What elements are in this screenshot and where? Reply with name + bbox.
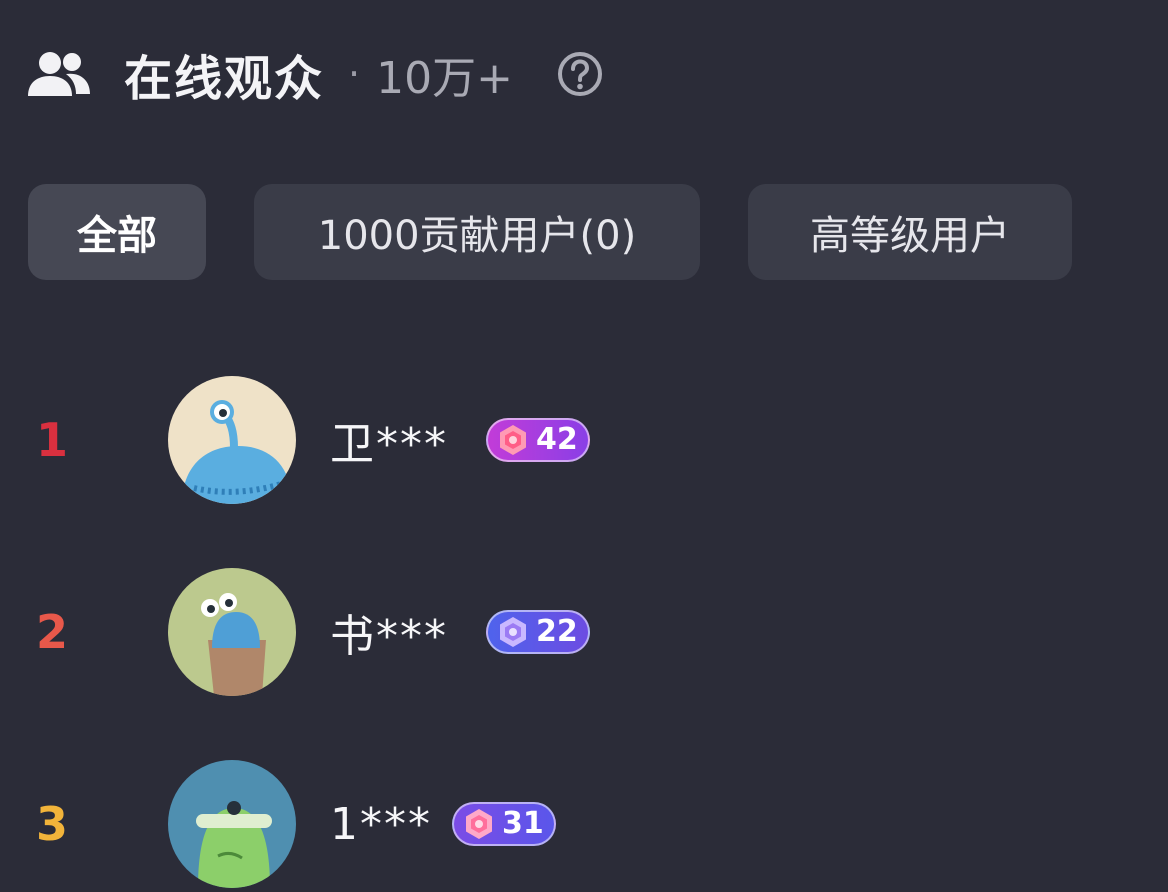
users-icon (24, 48, 94, 100)
rank-number: 3 (36, 797, 69, 851)
avatar[interactable] (168, 568, 296, 696)
viewer-count: 10万+ (376, 53, 513, 104)
list-item[interactable]: 1 卫*** 42 (0, 375, 1168, 505)
avatar[interactable] (168, 376, 296, 504)
level-number: 31 (502, 806, 544, 841)
page-title: 在线观众 (124, 51, 325, 107)
username: 书*** (330, 611, 448, 662)
username: 卫*** (330, 419, 448, 470)
list-item[interactable]: 3 1*** 31 (0, 759, 1168, 889)
avatar[interactable] (168, 760, 296, 888)
level-number: 42 (536, 422, 578, 457)
tab-high-level-users[interactable]: 高等级用户 (748, 184, 1072, 280)
help-circle-icon[interactable] (555, 49, 605, 99)
gem-icon (494, 613, 532, 651)
tab-top-contributors[interactable]: 1000贡献用户(0) (254, 184, 700, 280)
gem-icon (460, 805, 498, 843)
tab-all[interactable]: 全部 (28, 184, 206, 280)
rank-number: 2 (36, 605, 69, 659)
username: 1*** (330, 798, 432, 850)
gem-icon (494, 421, 532, 459)
level-badge: 31 (452, 802, 556, 846)
level-number: 22 (536, 614, 578, 649)
level-badge: 42 (486, 418, 590, 462)
panel-header: 在线观众 · 10万+ (24, 38, 605, 110)
rank-number: 1 (36, 413, 69, 467)
filter-tabs: 全部 1000贡献用户(0) 高等级用户 (28, 184, 1072, 280)
list-item[interactable]: 2 书*** 22 (0, 567, 1168, 697)
title-separator: · (348, 52, 361, 96)
level-badge: 22 (486, 610, 590, 654)
